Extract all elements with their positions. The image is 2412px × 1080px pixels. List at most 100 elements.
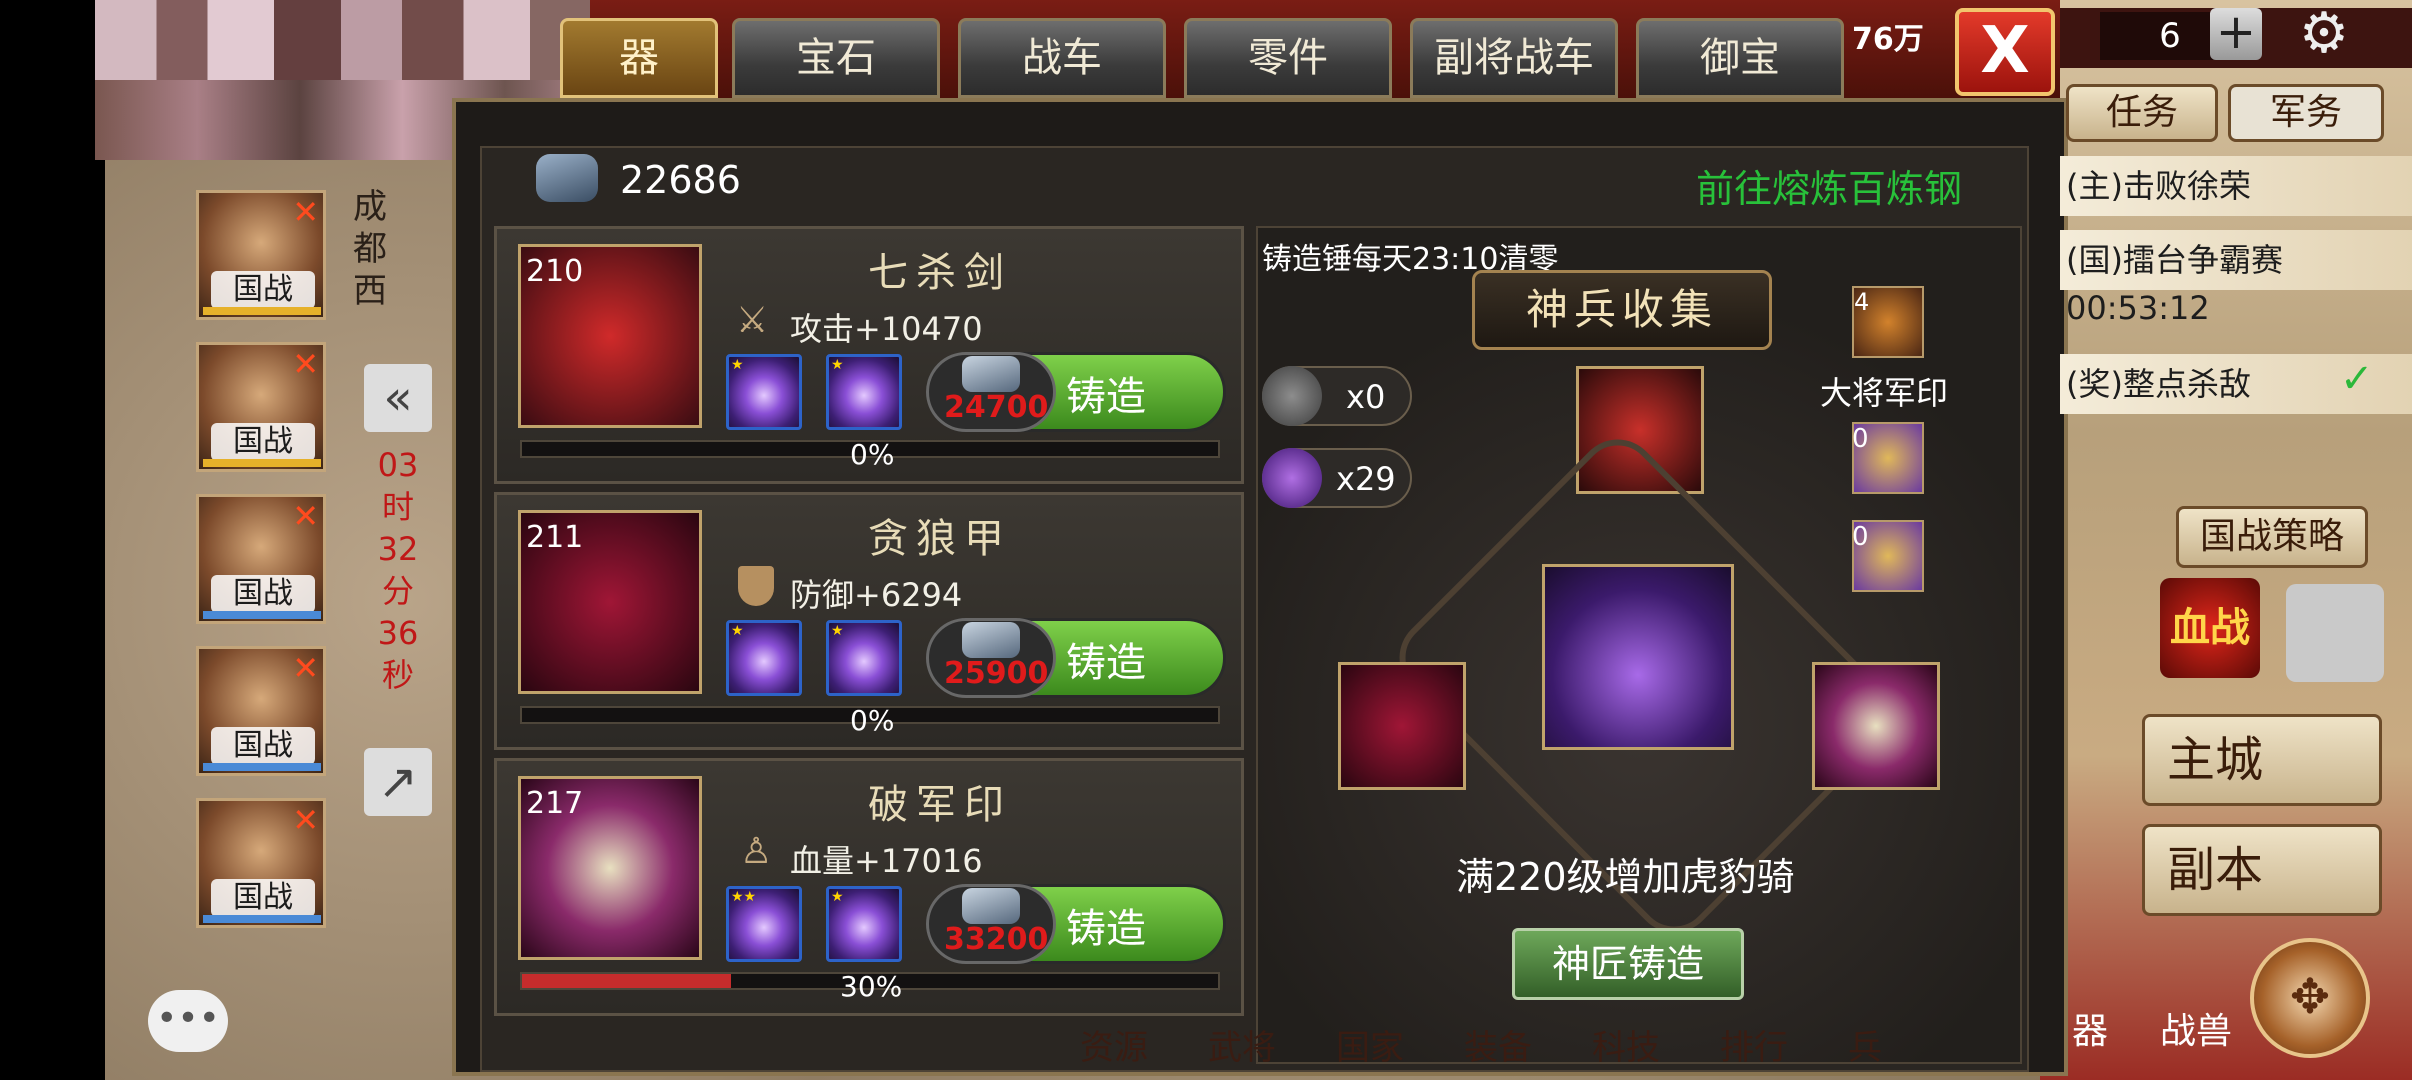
- steel-count: 22686: [620, 158, 741, 202]
- nav-beast[interactable]: 战兽: [2160, 1002, 2250, 1062]
- hammer-count: 0: [1852, 522, 1869, 552]
- timer-part: 36: [377, 614, 419, 652]
- tab-gem[interactable]: 宝石: [732, 18, 940, 98]
- gem-slot-icon[interactable]: ★: [826, 354, 902, 430]
- seal-icon[interactable]: [1812, 662, 1940, 790]
- hero-bar: [203, 763, 321, 771]
- close-icon[interactable]: ✕: [292, 193, 319, 231]
- nav-item[interactable]: 国家: [1336, 1020, 1404, 1069]
- hero-bar: [203, 307, 321, 315]
- progress-fill: [522, 974, 731, 988]
- progress-label: 30%: [840, 970, 903, 1003]
- city-char: 成: [353, 187, 387, 227]
- armor-icon[interactable]: [1338, 662, 1466, 790]
- nav-item[interactable]: 兵: [1848, 1020, 1882, 1069]
- item-stat: 防御+6294: [790, 576, 963, 614]
- plus-icon[interactable]: +: [2210, 8, 2262, 60]
- close-icon[interactable]: ✕: [292, 345, 319, 383]
- expand-arrow-icon[interactable]: ↗: [364, 748, 432, 816]
- item-level: 211: [526, 520, 584, 555]
- hero-portrait[interactable]: ✕ 国战: [196, 798, 326, 928]
- nav-item[interactable]: 武将: [1208, 1020, 1276, 1069]
- gem-slot-icon[interactable]: ★: [826, 620, 902, 696]
- tiger-cavalry-icon[interactable]: [1542, 564, 1734, 750]
- city-char: 都: [353, 229, 387, 269]
- gem-slot-icon[interactable]: ★: [826, 886, 902, 962]
- hero-tag: 国战: [211, 879, 315, 917]
- hero-bar: [203, 611, 321, 619]
- gem-slot-icon[interactable]: ★★: [726, 886, 802, 962]
- item-stat: 攻击+10470: [790, 310, 983, 348]
- gem-slot-icon[interactable]: ★: [726, 354, 802, 430]
- hero-portrait[interactable]: ✕ 国战: [196, 190, 326, 320]
- steel-ingot-icon: [962, 356, 1020, 392]
- tab-label: 副将战车: [1434, 35, 1594, 81]
- star-icon: ★★: [731, 889, 757, 905]
- nav-item[interactable]: 排行: [1720, 1020, 1788, 1069]
- map-icon[interactable]: [2286, 584, 2384, 682]
- nav-item[interactable]: 科技: [1592, 1020, 1660, 1069]
- forge-cost: 25900: [944, 656, 1049, 691]
- seal-count: 4: [1854, 288, 1870, 316]
- progress-label: 0%: [850, 704, 895, 737]
- forge-cost: 33200: [944, 922, 1049, 957]
- steel-ingot-icon: [962, 888, 1020, 924]
- close-icon[interactable]: ✕: [292, 497, 319, 535]
- hero-tag: 国战: [211, 423, 315, 461]
- tab-deputy-chariot[interactable]: 副将战车: [1410, 18, 1618, 98]
- tab-parts[interactable]: 零件: [1184, 18, 1392, 98]
- blood-war-button[interactable]: 血战: [2160, 578, 2260, 678]
- steel-ingot-icon: [962, 622, 1020, 658]
- hammer-count: 0: [1852, 424, 1869, 454]
- star-icon: ★: [731, 623, 744, 639]
- tab-label: 宝石: [796, 35, 876, 81]
- gem-slot-icon[interactable]: ★: [726, 620, 802, 696]
- army-tab[interactable]: 军务: [2228, 84, 2384, 142]
- timer-part: 32: [377, 530, 419, 568]
- task-item[interactable]: (主)击败徐荣: [2060, 156, 2412, 216]
- nav-weapon-tail[interactable]: 器: [2072, 1002, 2152, 1062]
- main-city-button[interactable]: 主城: [2142, 714, 2382, 806]
- goto-smelt-link[interactable]: 前往熔炼百炼钢: [1696, 158, 1962, 213]
- timer-part: 时: [381, 488, 414, 526]
- hero-tag: 国战: [211, 271, 315, 309]
- tab-chariot[interactable]: 战车: [958, 18, 1166, 98]
- star-icon: ★: [831, 623, 844, 639]
- hero-bar: [203, 459, 321, 467]
- steel-ingot-icon: [536, 154, 598, 202]
- city-char: 西: [353, 271, 387, 311]
- purple-hammer-icon: [1262, 448, 1322, 508]
- close-button[interactable]: X: [1955, 8, 2055, 96]
- hero-portrait[interactable]: ✕ 国战: [196, 342, 326, 472]
- tab-imperial-treasure[interactable]: 御宝: [1636, 18, 1844, 98]
- nav-item[interactable]: 资源: [1080, 1020, 1148, 1069]
- attack-icon: ⚔: [736, 300, 769, 341]
- tab-label: 器: [619, 35, 659, 81]
- hero-portrait[interactable]: ✕ 国战: [196, 646, 326, 776]
- collection-bonus: 满220级增加虎豹骑: [1456, 855, 1795, 899]
- task-tab[interactable]: 任务: [2066, 84, 2218, 142]
- close-icon[interactable]: ✕: [292, 649, 319, 687]
- joystick-icon[interactable]: ✥: [2250, 938, 2370, 1058]
- shield-icon: [738, 566, 774, 606]
- tab-weapon[interactable]: 器: [560, 18, 718, 98]
- item-stat: 血量+17016: [790, 842, 983, 880]
- master-forge-button[interactable]: 神匠铸造: [1512, 928, 1744, 1000]
- gear-icon[interactable]: ⚙: [2294, 4, 2354, 64]
- hero-tag: 国战: [211, 727, 315, 765]
- tab-label: 零件: [1248, 35, 1328, 81]
- collapse-arrow-icon[interactable]: «: [364, 364, 432, 432]
- tab-label: 御宝: [1700, 35, 1780, 81]
- dungeon-button[interactable]: 副本: [2142, 824, 2382, 916]
- bottom-nav: 资源 武将 国家 装备 科技 排行 兵: [1080, 1008, 2080, 1080]
- hero-portrait[interactable]: ✕ 国战: [196, 494, 326, 624]
- forge-button-label: 铸造: [1066, 906, 1146, 952]
- item-level: 210: [526, 254, 584, 289]
- nav-item[interactable]: 装备: [1464, 1020, 1532, 1069]
- chat-icon[interactable]: •••: [148, 990, 228, 1052]
- timer-part: 03: [377, 446, 419, 484]
- hammer-count: x29: [1336, 460, 1396, 498]
- national-strategy-button[interactable]: 国战策略: [2176, 506, 2368, 568]
- tab-label: 战车: [1022, 35, 1102, 81]
- close-icon[interactable]: ✕: [292, 801, 319, 839]
